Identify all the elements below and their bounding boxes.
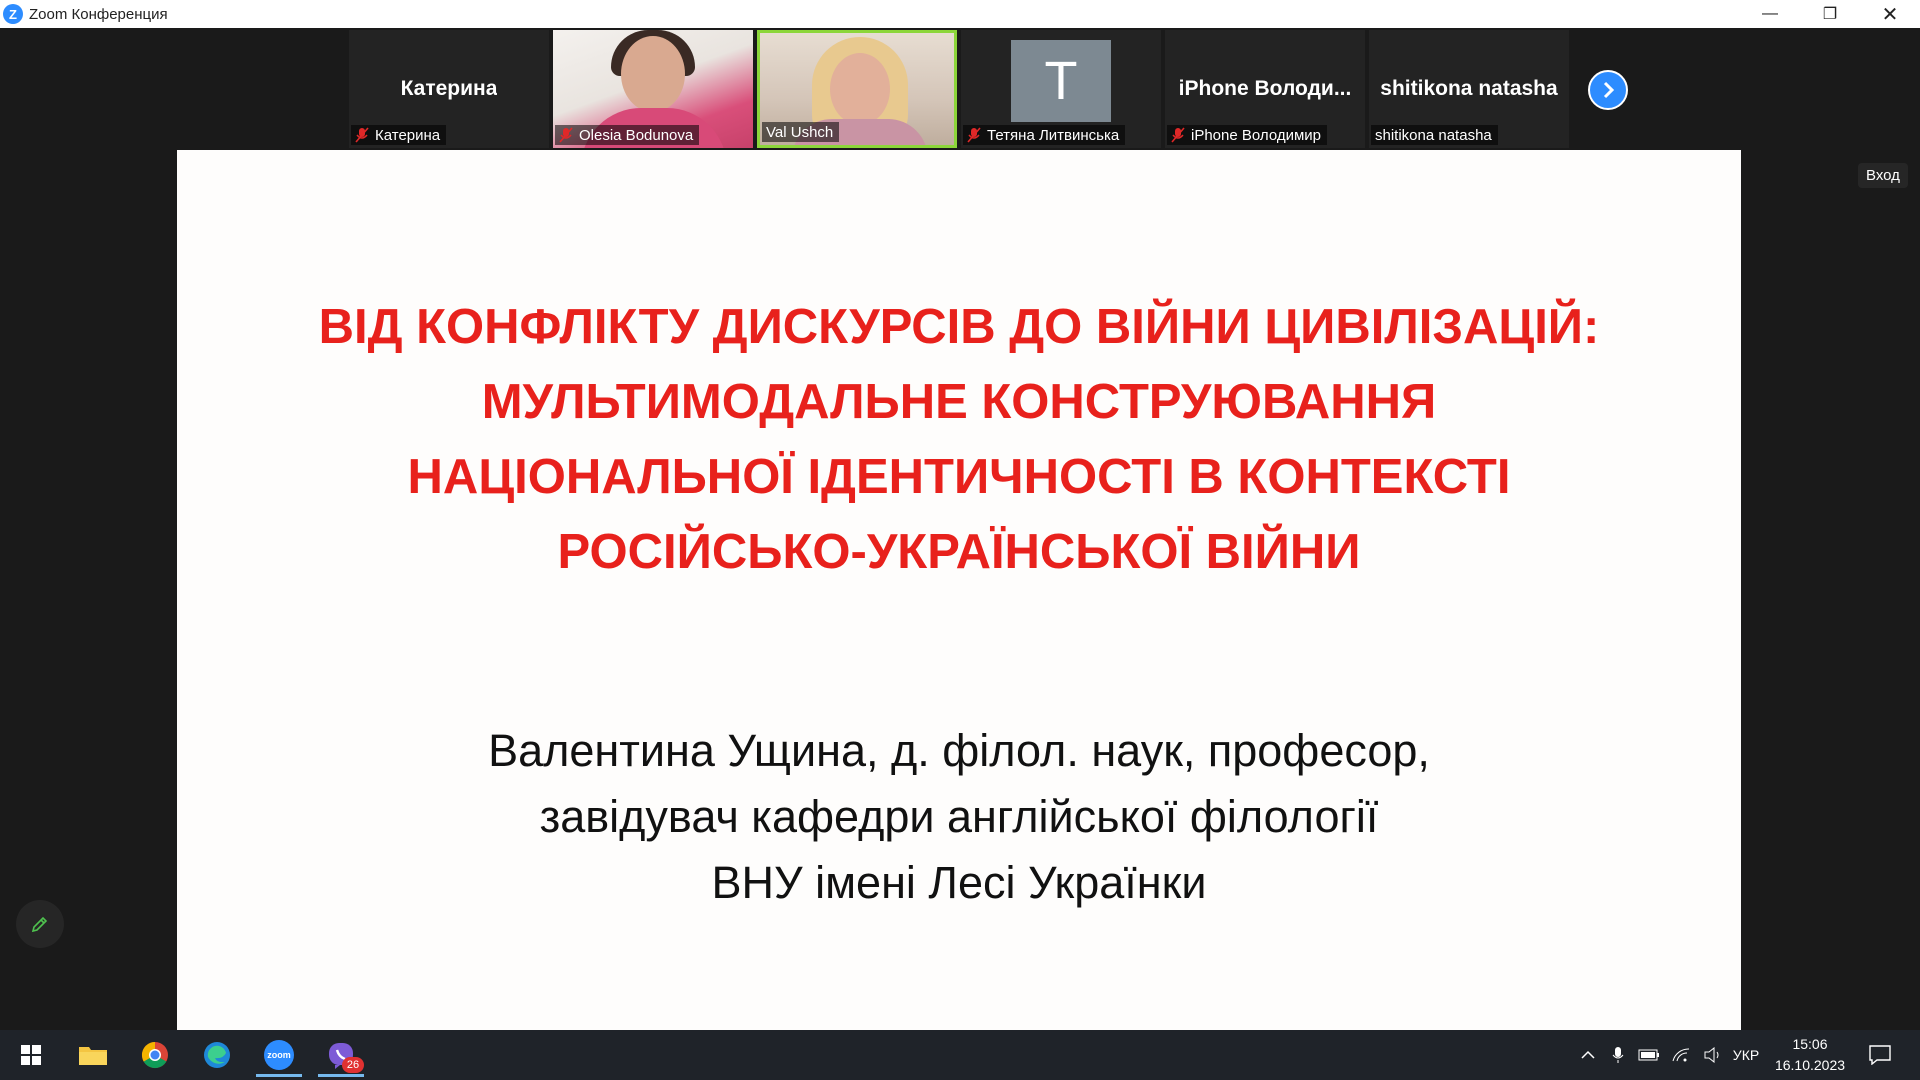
- windows-start-icon: [21, 1045, 41, 1065]
- annotate-pen-button[interactable]: [16, 900, 64, 948]
- participant-tile[interactable]: Olesia Bodunova: [553, 30, 753, 148]
- battery-tray-button[interactable]: [1636, 1030, 1662, 1080]
- windows-taskbar: zoom 26 УКР 15:06 16.10.2023: [0, 1030, 1920, 1080]
- windows-start-button[interactable]: [2, 1033, 60, 1077]
- muted-mic-icon: [967, 127, 981, 143]
- muted-mic-icon: [559, 127, 573, 143]
- pen-icon: [31, 916, 48, 933]
- sign-in-label[interactable]: Вход: [1858, 163, 1908, 188]
- slide-author: Валентина Ущина, д. філол. наук, професо…: [488, 725, 1430, 908]
- participant-name-label: shitikona natasha: [1371, 125, 1498, 145]
- chevron-right-icon: [1603, 81, 1615, 99]
- zoom-taskbar-button[interactable]: zoom: [250, 1033, 308, 1077]
- taskbar-clock[interactable]: 15:06 16.10.2023: [1762, 1034, 1858, 1076]
- zoom-icon: zoom: [264, 1040, 294, 1070]
- slide-title: ВІД КОНФЛІКТУ ДИСКУРСІВ ДО ВІЙНИ ЦИВІЛІЗ…: [318, 300, 1600, 579]
- microphone-icon: [1612, 1047, 1624, 1063]
- edge-button[interactable]: [188, 1033, 246, 1077]
- wifi-icon: [1672, 1048, 1690, 1062]
- participant-tile[interactable]: Катерина Катерина: [349, 30, 549, 148]
- notification-icon: [1869, 1045, 1891, 1065]
- edge-icon: [204, 1042, 230, 1068]
- next-participants-button[interactable]: [1588, 70, 1628, 110]
- participant-name-label: Тетяна Литвинська: [963, 125, 1126, 145]
- participant-name-label: iPhone Володимир: [1167, 125, 1327, 145]
- speaker-icon: [1704, 1047, 1719, 1063]
- notifications-button[interactable]: [1862, 1030, 1898, 1080]
- window-title-bar: Z Zoom Конференция — ❐ ✕: [0, 0, 1920, 28]
- participant-avatar: T: [1011, 40, 1111, 122]
- viber-notification-badge: 26: [342, 1057, 364, 1073]
- participant-name-label: Катерина: [351, 125, 447, 145]
- participant-tile-active-speaker[interactable]: Val Ushch: [757, 30, 957, 148]
- participant-tile[interactable]: shitikona natasha shitikona natasha: [1369, 30, 1569, 148]
- shared-screen-slide: ВІД КОНФЛІКТУ ДИСКУРСІВ ДО ВІЙНИ ЦИВІЛІЗ…: [177, 150, 1741, 1030]
- participants-strip: Катерина Катерина Olesia Bodunova Val Us…: [349, 30, 1573, 148]
- clock-date: 16.10.2023: [1774, 1057, 1846, 1073]
- participant-tile[interactable]: iPhone Володи... iPhone Володимир: [1165, 30, 1365, 148]
- chrome-button[interactable]: [126, 1033, 184, 1077]
- zoom-logo-icon: Z: [3, 4, 23, 24]
- muted-mic-icon: [1171, 127, 1185, 143]
- window-title: Zoom Конференция: [29, 5, 168, 23]
- microphone-tray-button[interactable]: [1606, 1030, 1630, 1080]
- muted-mic-icon: [355, 127, 369, 143]
- show-hidden-icons-button[interactable]: [1576, 1030, 1600, 1080]
- participant-name-label: Val Ushch: [762, 122, 840, 142]
- restore-button[interactable]: ❐: [1800, 0, 1860, 28]
- participant-name-label: Olesia Bodunova: [555, 125, 700, 145]
- file-explorer-icon: [79, 1047, 107, 1065]
- volume-tray-button[interactable]: [1700, 1030, 1726, 1080]
- minimize-button[interactable]: —: [1740, 0, 1800, 28]
- close-button[interactable]: ✕: [1860, 0, 1920, 28]
- participant-tile[interactable]: T Тетяна Литвинська: [961, 30, 1161, 148]
- battery-icon: [1638, 1049, 1659, 1061]
- clock-time: 15:06: [1792, 1036, 1828, 1052]
- file-explorer-button[interactable]: [64, 1033, 122, 1077]
- chevron-up-icon: [1581, 1050, 1595, 1059]
- chrome-icon: [141, 1041, 168, 1069]
- viber-taskbar-button[interactable]: 26: [312, 1033, 370, 1077]
- language-indicator[interactable]: УКР: [1728, 1030, 1764, 1080]
- wifi-tray-button[interactable]: [1668, 1030, 1694, 1080]
